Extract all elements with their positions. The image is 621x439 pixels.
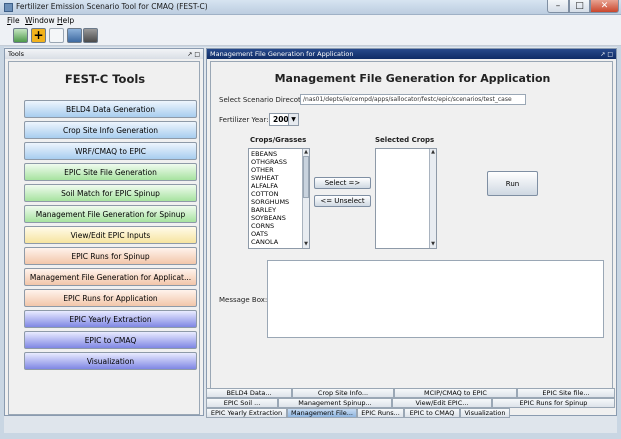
window-title: Fertilizer Emission Scenario Tool for CM… — [16, 2, 208, 11]
close-button[interactable]: ✕ — [590, 0, 619, 13]
toolbar: + — [0, 26, 621, 46]
chevron-down-icon[interactable]: ▼ — [288, 114, 298, 125]
scroll-down-icon[interactable]: ▼ — [303, 241, 309, 248]
scenario-label: Select Scenario Direcotry: — [219, 96, 310, 104]
tool-button-epic-to-cmaq[interactable]: EPIC to CMAQ — [24, 331, 197, 349]
fertilizer-year-select[interactable]: 2006 ▼ — [269, 113, 299, 126]
list-item[interactable]: CORNS — [251, 222, 274, 230]
unselect-button[interactable]: <= Unselect — [314, 195, 371, 207]
tab-epic-site-file[interactable]: EPIC Site file... — [517, 388, 615, 398]
window-titlebar: Fertilizer Emission Scenario Tool for CM… — [0, 0, 621, 15]
crops-label: Crops/Grasses — [250, 136, 307, 144]
tool-button-yearly-extraction[interactable]: EPIC Yearly Extraction — [24, 310, 197, 328]
select-button[interactable]: Select => — [314, 177, 371, 189]
maximize-button[interactable]: □ — [569, 0, 590, 13]
save-icon[interactable] — [67, 28, 82, 43]
panel-float-icon[interactable]: ↗ □ — [187, 50, 200, 60]
tab-epic-runs[interactable]: EPIC Runs... — [357, 408, 404, 418]
list-item[interactable]: OTHER — [251, 166, 274, 174]
run-button[interactable]: Run — [487, 171, 538, 196]
list-item[interactable]: OTHGRASS — [251, 158, 287, 166]
tool-button-mgmt-spinup[interactable]: Management File Generation for Spinup — [24, 205, 197, 223]
list-item[interactable]: SORGHUMS — [251, 198, 289, 206]
add-icon[interactable]: + — [31, 28, 46, 43]
menu-window[interactable]: Window — [25, 15, 55, 26]
tools-panel-header-label: Tools — [8, 50, 25, 58]
scroll-up-icon[interactable]: ▲ — [303, 149, 309, 156]
list-item[interactable]: SWHEAT — [251, 174, 278, 182]
tool-button-crop-site-info[interactable]: Crop Site Info Generation — [24, 121, 197, 139]
scenario-directory-input[interactable]: /nas01/depts/ie/cempd/apps/sallocator/fe… — [300, 94, 526, 105]
tools-title: FEST-C Tools — [64, 72, 146, 86]
message-box[interactable] — [267, 260, 604, 338]
message-box-label: Message Box: — [219, 296, 268, 304]
panel-tabs: BELD4 Data... Crop Site Info... MCIP/CMA… — [206, 388, 617, 418]
scroll-up-icon[interactable]: ▲ — [430, 149, 436, 156]
tab-mgmt-file[interactable]: Management File... — [287, 408, 357, 418]
tool-button-epic-runs-spinup[interactable]: EPIC Runs for Spinup — [24, 247, 197, 265]
tool-button-wrf-cmaq-to-epic[interactable]: WRF/CMAQ to EPIC — [24, 142, 197, 160]
menu-bar: File Window Help — [0, 15, 621, 26]
tab-beld4[interactable]: BELD4 Data... — [206, 388, 292, 398]
tab-epic-to-cmaq[interactable]: EPIC to CMAQ — [404, 408, 460, 418]
mgmt-panel-header: Management File Generation for Applicati… — [207, 49, 616, 59]
tab-mcip-cmaq[interactable]: MCIP/CMAQ to EPIC — [394, 388, 517, 398]
list-item[interactable]: OATS — [251, 230, 268, 238]
mgmt-panel-header-label: Management File Generation for Applicati… — [210, 50, 354, 58]
tab-crop-site-info[interactable]: Crop Site Info... — [292, 388, 394, 398]
tools-panel-body: FEST-C Tools BELD4 Data Generation Crop … — [8, 61, 200, 415]
menu-help[interactable]: Help — [57, 15, 74, 26]
menu-file[interactable]: File — [7, 15, 20, 26]
tool-button-mgmt-application[interactable]: Management File Generation for Applicat.… — [24, 268, 197, 286]
tools-panel-header: Tools ↗ □ — [5, 49, 203, 59]
app-icon — [4, 3, 13, 12]
tab-epic-soil[interactable]: EPIC Soil ... — [206, 398, 278, 408]
tool-button-epic-runs-application[interactable]: EPIC Runs for Application — [24, 289, 197, 307]
scroll-down-icon[interactable]: ▼ — [430, 241, 436, 248]
new-project-icon[interactable] — [13, 28, 28, 43]
crops-list[interactable]: EBEANS OTHGRASS OTHER SWHEAT ALFALFA COT… — [248, 148, 310, 249]
tool-button-epic-site-file[interactable]: EPIC Site File Generation — [24, 163, 197, 181]
panel-float-icon[interactable]: ↗ □ — [600, 50, 613, 60]
list-item[interactable]: COTTON — [251, 190, 278, 198]
delete-icon[interactable] — [83, 28, 98, 43]
mgmt-title: Management File Generation for Applicati… — [274, 72, 551, 85]
list-item[interactable]: ALFALFA — [251, 182, 278, 190]
tab-yearly-extraction[interactable]: EPIC Yearly Extraction — [206, 408, 287, 418]
fertilizer-year-label: Fertilizer Year: — [219, 116, 269, 124]
tab-epic-runs-spinup[interactable]: EPIC Runs for Spinup — [492, 398, 615, 408]
selected-crops-label: Selected Crops — [375, 136, 435, 144]
list-item[interactable]: EBEANS — [251, 150, 277, 158]
tool-button-soil-match[interactable]: Soil Match for EPIC Spinup — [24, 184, 197, 202]
crops-list-scrollbar[interactable]: ▲ ▼ — [302, 149, 309, 248]
tab-visualization[interactable]: Visualization — [460, 408, 510, 418]
tool-button-beld4[interactable]: BELD4 Data Generation — [24, 100, 197, 118]
tool-button-view-edit-inputs[interactable]: View/Edit EPIC Inputs — [24, 226, 197, 244]
tab-mgmt-spinup[interactable]: Management Spinup... — [278, 398, 392, 408]
selected-crops-list[interactable]: ▲ ▼ — [375, 148, 437, 249]
scroll-thumb[interactable] — [303, 156, 309, 198]
list-item[interactable]: SOYBEANS — [251, 214, 286, 222]
tab-view-edit[interactable]: View/Edit EPIC... — [392, 398, 492, 408]
list-item[interactable]: BARLEY — [251, 206, 276, 214]
tool-button-visualization[interactable]: Visualization — [24, 352, 197, 370]
minimize-button[interactable]: – — [547, 0, 569, 13]
list-item[interactable]: CANOLA — [251, 238, 278, 246]
tools-panel: Tools ↗ □ FEST-C Tools BELD4 Data Genera… — [4, 48, 204, 416]
copy-icon[interactable] — [49, 28, 64, 43]
selected-list-scrollbar[interactable]: ▲ ▼ — [429, 149, 436, 248]
